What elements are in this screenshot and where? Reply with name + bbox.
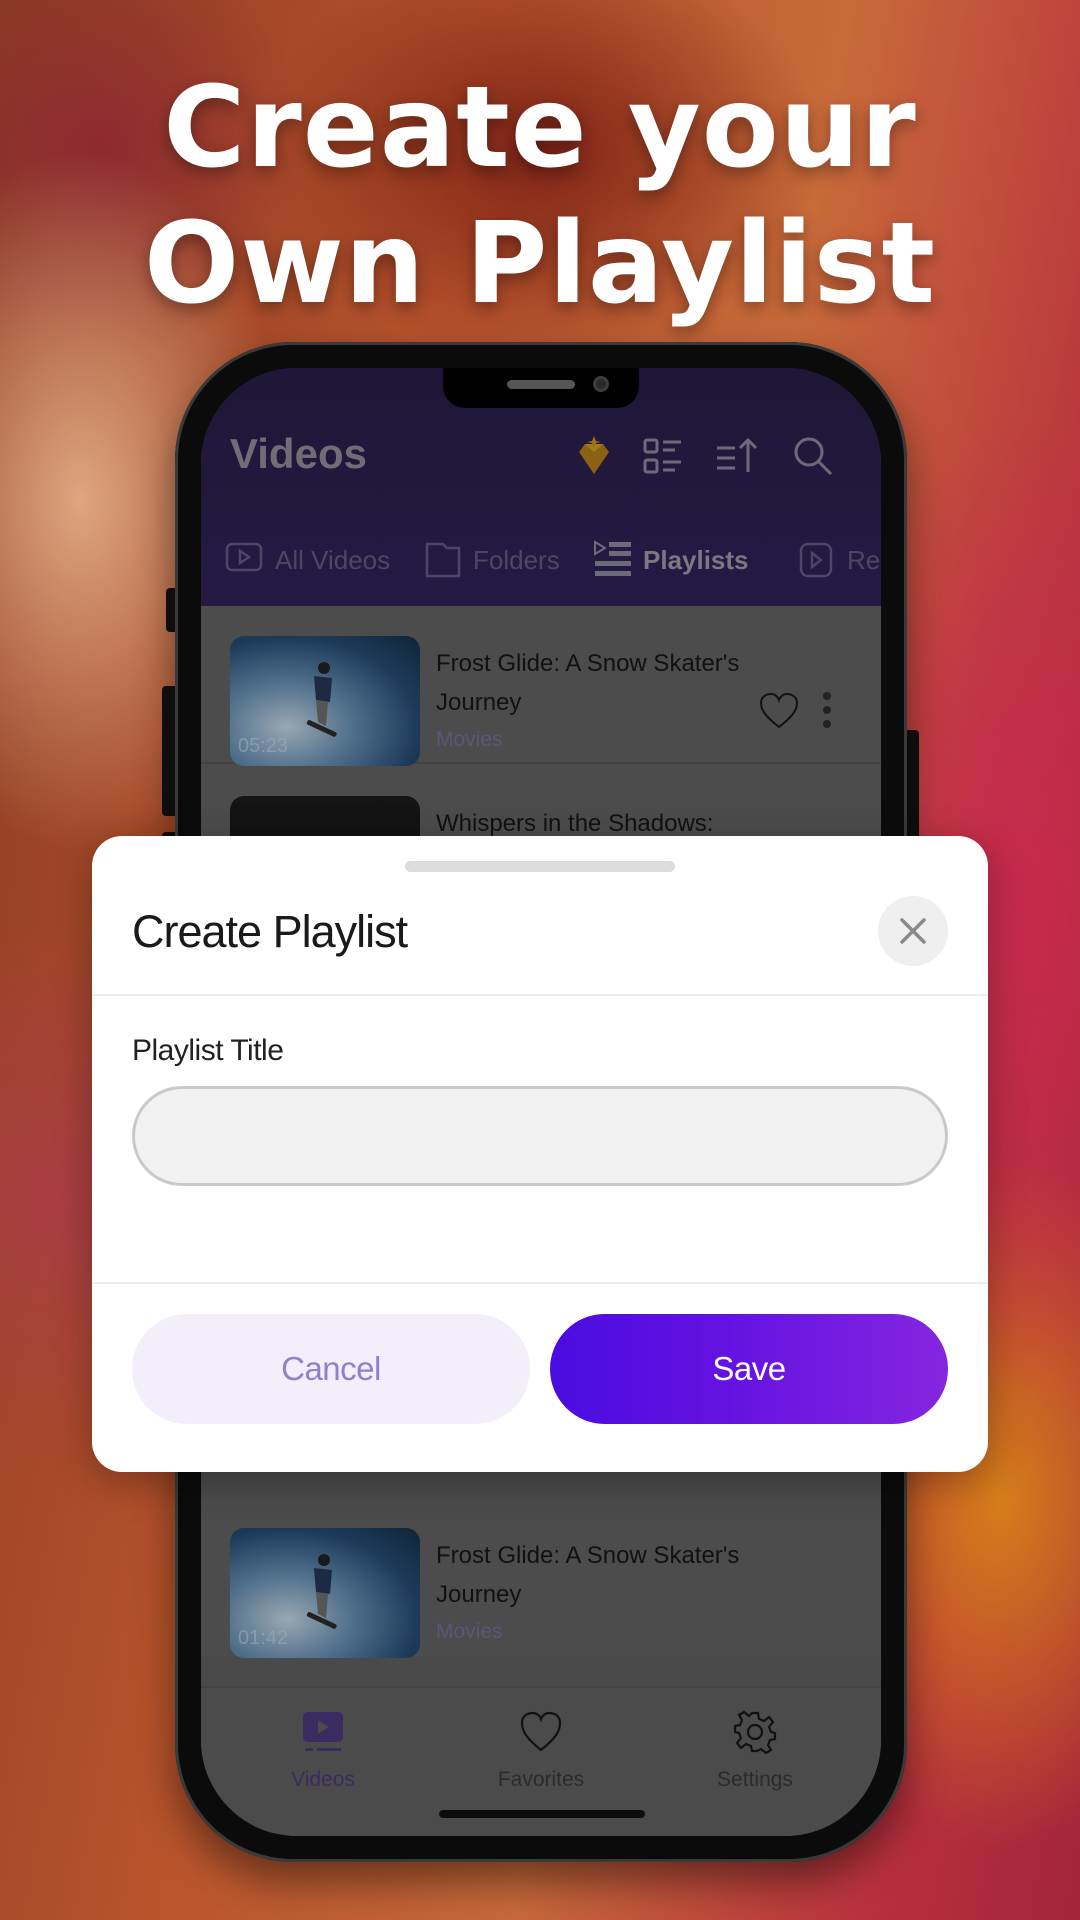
snowboarder-image (306, 1554, 337, 1629)
playlist-title-label: Playlist Title (132, 1034, 284, 1067)
video-duration: 05:23 (238, 735, 289, 757)
layout-grid-icon[interactable] (641, 434, 687, 480)
nav-label: Videos (291, 1768, 355, 1791)
divider (92, 994, 988, 996)
heart-icon (520, 1711, 562, 1752)
speaker (507, 380, 575, 389)
save-button[interactable]: Save (550, 1314, 948, 1424)
camera (593, 376, 609, 392)
video-category: Movies (436, 728, 503, 751)
video-icon (225, 542, 263, 572)
video-list-item[interactable]: 05:23 Frost Glide: A Snow Skater's Journ… (201, 606, 881, 766)
tab-folders[interactable]: Folders (423, 540, 560, 580)
video-icon (303, 1712, 343, 1751)
recent-icon (799, 542, 833, 578)
more-options-icon[interactable] (821, 690, 833, 730)
video-list-item[interactable]: 01:42 Frost Glide: A Snow Skater's Journ… (201, 1498, 881, 1658)
headline-line-2: Own Playlist (143, 199, 936, 329)
headline-line-1: Create your (163, 63, 917, 193)
create-playlist-dialog: Create Playlist Playlist Title Cancel Sa… (92, 836, 988, 1472)
video-title: Frost Glide: A Snow Skater's Journey (436, 1542, 740, 1608)
nav-favorites[interactable]: Favorites (461, 1710, 621, 1792)
cancel-button[interactable]: Cancel (132, 1314, 530, 1424)
tab-label: Folders (473, 544, 560, 575)
close-button[interactable] (878, 896, 948, 966)
nav-videos[interactable]: Videos (243, 1710, 403, 1792)
premium-gem-icon[interactable] (571, 434, 617, 480)
playlist-icon (594, 540, 631, 576)
tab-playlists[interactable]: Playlists (593, 540, 749, 580)
video-title: Frost Glide: A Snow Skater's Journey (436, 650, 740, 716)
tab-recent[interactable]: Rece (797, 540, 881, 580)
headline: Create your Own Playlist (0, 60, 1080, 332)
drag-handle[interactable] (405, 861, 675, 872)
divider (92, 1282, 988, 1284)
tab-label: Playlists (643, 544, 749, 575)
playlist-title-input[interactable] (132, 1086, 948, 1186)
nav-label: Settings (717, 1768, 793, 1791)
search-icon[interactable] (791, 434, 837, 480)
tab-all-videos[interactable]: All Videos (225, 540, 390, 580)
sort-icon[interactable] (715, 434, 761, 480)
video-thumbnail: 01:42 (230, 1528, 420, 1658)
app-title: Videos (230, 430, 367, 477)
video-duration: 01:42 (238, 1627, 289, 1649)
video-thumbnail: 05:23 (230, 636, 420, 766)
close-icon (900, 918, 926, 944)
nav-label: Favorites (497, 1768, 585, 1791)
video-category: Movies (436, 1620, 503, 1643)
folder-icon (425, 542, 461, 578)
snowboarder-image (306, 662, 337, 737)
heart-icon[interactable] (759, 692, 799, 730)
tab-bar: All Videos Folders Playlists Re (225, 540, 881, 590)
home-indicator (439, 1810, 645, 1818)
tab-label: All Videos (275, 544, 391, 575)
nav-settings[interactable]: Settings (675, 1710, 835, 1792)
gear-icon (733, 1710, 777, 1754)
notch (443, 368, 639, 408)
tab-label: Rece (847, 544, 881, 575)
dialog-title: Create Playlist (132, 906, 408, 957)
